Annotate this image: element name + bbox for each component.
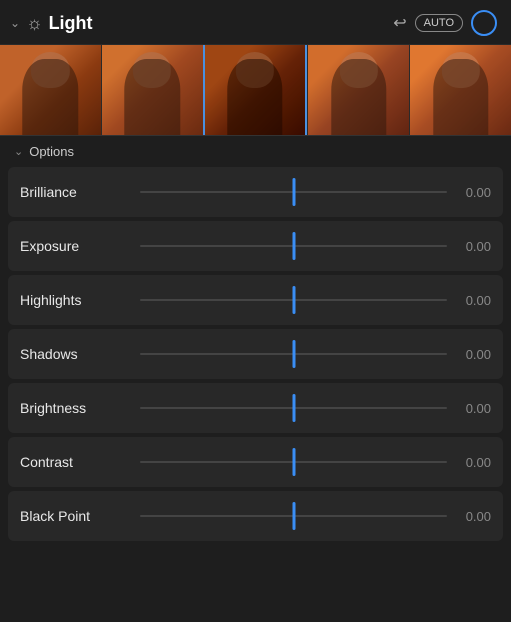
options-chevron-icon: ⌄	[14, 145, 23, 158]
slider-indicator-brilliance	[292, 178, 295, 206]
slider-row-brightness[interactable]: Brightness 0.00	[8, 383, 503, 433]
slider-indicator-exposure	[292, 232, 295, 260]
face-body-4	[331, 59, 386, 136]
slider-row-contrast[interactable]: Contrast 0.00	[8, 437, 503, 487]
auto-button[interactable]: AUTO	[415, 14, 463, 32]
photo-thumb-5	[410, 45, 511, 135]
face-body-1	[23, 59, 78, 136]
filmstrip-item[interactable]	[101, 45, 203, 135]
slider-label-brightness: Brightness	[20, 400, 140, 416]
slider-label-brilliance: Brilliance	[20, 184, 140, 200]
face-body-2	[124, 59, 179, 136]
slider-row-shadows[interactable]: Shadows 0.00	[8, 329, 503, 379]
sun-icon: ☼	[26, 13, 43, 34]
photo-thumb-4	[308, 45, 409, 135]
photo-thumb-1	[0, 45, 101, 135]
slider-value-exposure: 0.00	[447, 239, 491, 254]
slider-track-highlights[interactable]	[140, 275, 447, 325]
options-header[interactable]: ⌄ Options	[0, 136, 511, 167]
slider-indicator-brightness	[292, 394, 295, 422]
slider-value-contrast: 0.00	[447, 455, 491, 470]
undo-icon[interactable]: ↩	[393, 13, 406, 33]
header-left: ⌄ ☼ Light	[10, 13, 393, 34]
slider-value-brightness: 0.00	[447, 401, 491, 416]
slider-value-black-point: 0.00	[447, 509, 491, 524]
filmstrip-item[interactable]	[307, 45, 409, 135]
slider-track-brilliance[interactable]	[140, 167, 447, 217]
filmstrip-item[interactable]	[203, 45, 308, 135]
slider-track-brightness[interactable]	[140, 383, 447, 433]
slider-indicator-highlights	[292, 286, 295, 314]
slider-row-brilliance[interactable]: Brilliance 0.00	[8, 167, 503, 217]
slider-track-black-point[interactable]	[140, 491, 447, 541]
slider-row-exposure[interactable]: Exposure 0.00	[8, 221, 503, 271]
sliders-container: Brilliance 0.00 Exposure 0.00 Highlights…	[0, 167, 511, 541]
slider-label-exposure: Exposure	[20, 238, 140, 254]
slider-value-highlights: 0.00	[447, 293, 491, 308]
slider-row-highlights[interactable]: Highlights 0.00	[8, 275, 503, 325]
slider-track-shadows[interactable]	[140, 329, 447, 379]
options-label: Options	[29, 144, 74, 159]
face-body-3	[227, 59, 282, 136]
section-header: ⌄ ☼ Light ↩ AUTO	[0, 0, 511, 45]
filmstrip-item[interactable]	[0, 45, 101, 135]
slider-track-exposure[interactable]	[140, 221, 447, 271]
slider-indicator-black-point	[292, 502, 295, 530]
collapse-chevron-icon[interactable]: ⌄	[10, 16, 20, 30]
circle-toggle-button[interactable]	[471, 10, 497, 36]
slider-label-shadows: Shadows	[20, 346, 140, 362]
slider-indicator-shadows	[292, 340, 295, 368]
slider-label-contrast: Contrast	[20, 454, 140, 470]
slider-label-highlights: Highlights	[20, 292, 140, 308]
slider-row-black-point[interactable]: Black Point 0.00	[8, 491, 503, 541]
filmstrip[interactable]	[0, 45, 511, 135]
filmstrip-item[interactable]	[409, 45, 511, 135]
slider-label-black-point: Black Point	[20, 508, 140, 524]
header-controls: ↩ AUTO	[393, 10, 497, 36]
slider-value-brilliance: 0.00	[447, 185, 491, 200]
slider-track-contrast[interactable]	[140, 437, 447, 487]
face-body-5	[433, 59, 488, 136]
section-title: Light	[49, 13, 93, 34]
slider-indicator-contrast	[292, 448, 295, 476]
photo-thumb-3	[205, 45, 306, 135]
slider-value-shadows: 0.00	[447, 347, 491, 362]
photo-thumb-2	[102, 45, 203, 135]
